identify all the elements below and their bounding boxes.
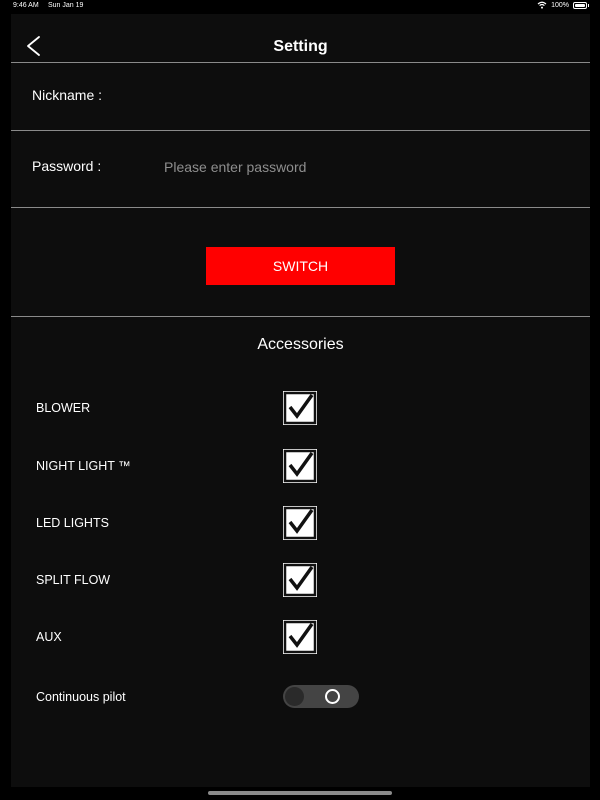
- settings-screen: Setting Nickname : Password : SWITCH Acc…: [11, 14, 590, 787]
- accessory-row-aux: AUX: [11, 618, 590, 656]
- switch-area: SWITCH: [11, 208, 590, 317]
- nickname-input[interactable]: [158, 82, 570, 110]
- switch-button[interactable]: SWITCH: [206, 247, 395, 285]
- status-date: Sun Jan 19: [48, 2, 84, 9]
- battery-percent: 100%: [551, 1, 569, 9]
- night-light-checkbox[interactable]: [283, 449, 317, 483]
- accessory-label: SPLIT FLOW: [36, 573, 111, 587]
- password-row: Password :: [11, 131, 590, 208]
- accessory-row-night-light: NIGHT LIGHT ™: [11, 447, 590, 485]
- checkmark-icon: [283, 391, 317, 425]
- blower-checkbox[interactable]: [283, 391, 317, 425]
- accessory-row-led-lights: LED LIGHTS: [11, 504, 590, 542]
- password-label: Password :: [32, 158, 102, 174]
- checkmark-icon: [283, 563, 317, 597]
- accessory-label: NIGHT LIGHT ™: [36, 459, 131, 473]
- accessory-row-blower: BLOWER: [11, 389, 590, 427]
- nickname-row: Nickname :: [11, 63, 590, 131]
- checkmark-icon: [283, 620, 317, 654]
- toggle-off-indicator-icon: [325, 689, 340, 704]
- page-title: Setting: [273, 38, 328, 55]
- aux-checkbox[interactable]: [283, 620, 317, 654]
- led-lights-checkbox[interactable]: [283, 506, 317, 540]
- status-time: 9:46 AM: [13, 2, 39, 9]
- home-indicator[interactable]: [208, 791, 392, 795]
- toggle-knob: [285, 687, 304, 706]
- nickname-label: Nickname :: [32, 87, 103, 103]
- checkmark-icon: [283, 506, 317, 540]
- battery-icon: [573, 1, 589, 9]
- accessory-label: BLOWER: [36, 401, 91, 415]
- accessory-label: LED LIGHTS: [36, 516, 109, 530]
- accessory-row-split-flow: SPLIT FLOW: [11, 561, 590, 599]
- nav-bar: Setting: [11, 14, 590, 63]
- accessories-title: Accessories: [257, 336, 344, 353]
- wifi-icon: [537, 1, 547, 9]
- continuous-pilot-label: Continuous pilot: [36, 690, 126, 704]
- status-bar: 9:46 AM Sun Jan 19 100%: [0, 0, 600, 14]
- split-flow-checkbox[interactable]: [283, 563, 317, 597]
- password-input[interactable]: [158, 153, 570, 181]
- accessory-label: AUX: [36, 630, 62, 644]
- checkmark-icon: [283, 449, 317, 483]
- status-indicators: 100%: [537, 1, 589, 9]
- continuous-pilot-toggle[interactable]: [283, 685, 359, 708]
